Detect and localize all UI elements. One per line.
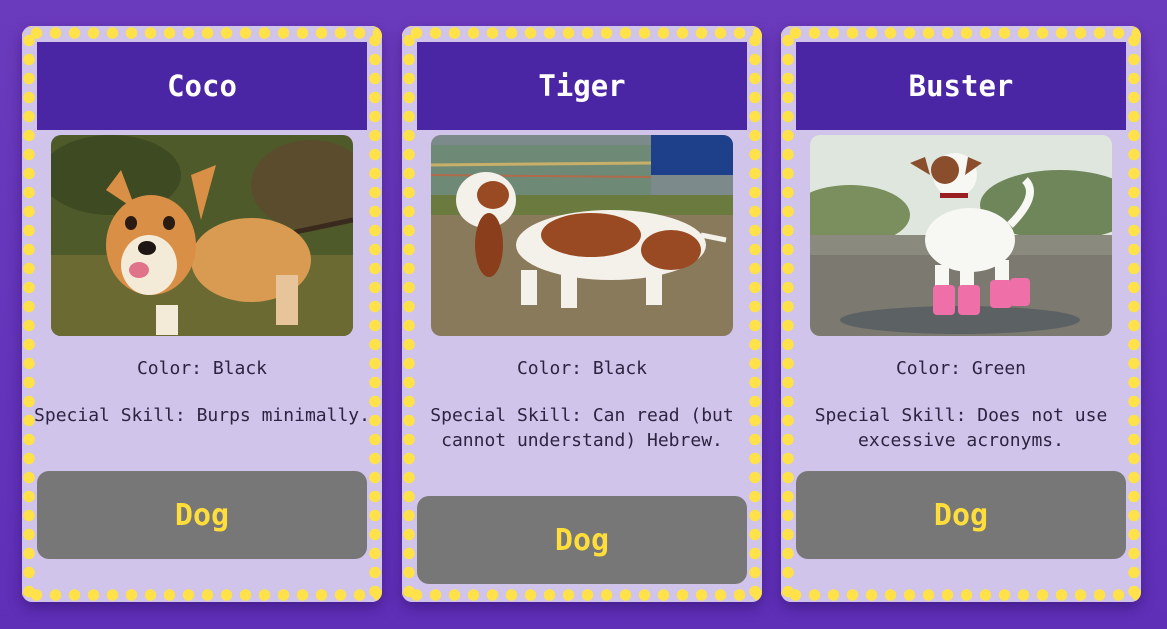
- pet-name: Buster: [908, 69, 1014, 103]
- pet-special-skill: Special Skill: Burps minimally.: [34, 405, 370, 426]
- pet-name: Coco: [167, 69, 237, 103]
- jack-russell-photo: [810, 135, 1112, 336]
- dotted-border-right: [1127, 26, 1141, 602]
- pet-type-button[interactable]: Dog: [37, 471, 367, 559]
- dotted-border-top: [402, 26, 762, 40]
- card-header: Coco: [37, 42, 367, 130]
- pet-name: Tiger: [538, 69, 626, 103]
- pet-special-skill: Special Skill: Can read (but cannot unde…: [430, 405, 734, 451]
- dotted-border-right: [368, 26, 382, 602]
- dotted-border-bottom: [781, 588, 1141, 602]
- dotted-border-top: [781, 26, 1141, 40]
- dotted-border-right: [748, 26, 762, 602]
- pet-type-button[interactable]: Dog: [796, 471, 1126, 559]
- dotted-border-bottom: [402, 588, 762, 602]
- pet-type-label: Dog: [933, 497, 989, 533]
- pet-color: Color: Green: [895, 358, 1027, 379]
- pet-card-grid: Coco Color: Black Special Skill: Burps m…: [0, 0, 1167, 629]
- dotted-border-bottom: [22, 588, 382, 602]
- pet-special-skill: Special Skill: Does not use excessive ac…: [814, 405, 1108, 451]
- pet-card-tiger: Tiger Color: Black Special Skill: Can re…: [402, 26, 762, 602]
- dotted-border-left: [402, 26, 416, 602]
- pet-color: Color: Black: [136, 358, 268, 379]
- pet-card-buster: Buster Color: Green Special Skill: Does …: [781, 26, 1141, 602]
- pet-type-label: Dog: [554, 522, 610, 558]
- pet-type-button[interactable]: Dog: [417, 496, 747, 584]
- pet-card-coco: Coco Color: Black Special Skill: Burps m…: [22, 26, 382, 602]
- dotted-border-left: [781, 26, 795, 602]
- pet-type-label: Dog: [174, 497, 230, 533]
- card-header: Buster: [796, 42, 1126, 130]
- dotted-border-top: [22, 26, 382, 40]
- pet-color: Color: Black: [516, 358, 648, 379]
- dotted-border-left: [22, 26, 36, 602]
- card-header: Tiger: [417, 42, 747, 130]
- basset-hound-photo: [431, 135, 733, 336]
- corgi-photo: [51, 135, 353, 336]
